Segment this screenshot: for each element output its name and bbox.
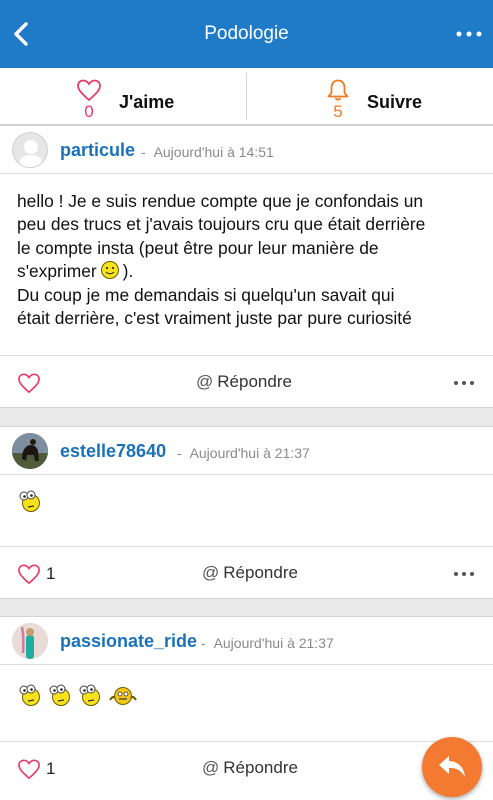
post-line: était derrière, c'est vraiment juste par… [17,308,412,329]
heart-icon [77,79,101,102]
default-avatar-icon [18,140,44,167]
avatar[interactable] [12,433,48,469]
username[interactable]: estelle78640 [60,441,166,462]
topic-action-bar: 0 J'aime 5 Suivre [0,68,493,125]
heart-icon[interactable] [17,563,41,585]
separator: - [177,445,182,461]
separator: - [201,635,206,651]
post-header: passionate_ride - Aujourd'hui à 21:37 [0,617,493,665]
separator: - [141,144,146,160]
reply-icon [439,756,465,777]
post-footer: 1 @ Répondre [0,741,493,794]
more-icon[interactable] [455,26,483,42]
post: passionate_ride - Aujourd'hui à 21:37 1 … [0,616,493,800]
timestamp: - Aujourd'hui à 14:51 [141,144,274,160]
username[interactable]: particule [60,140,135,161]
shrug-smiley-icon [109,687,137,705]
like-count: 1 [46,564,56,583]
reply-button[interactable]: @ Répondre [196,372,292,392]
follow-count: 5 [333,102,343,121]
avatar[interactable] [12,132,48,168]
thinking-smiley-icon [79,684,100,706]
like-count: 0 [84,102,94,121]
username[interactable]: passionate_ride [60,631,197,652]
timestamp-text: Aujourd'hui à 21:37 [213,635,334,651]
heart-icon[interactable] [17,758,41,780]
timestamp: - Aujourd'hui à 21:37 [201,635,334,651]
timestamp-text: Aujourd'hui à 14:51 [153,144,274,160]
post-line: s'exprimer). [17,261,134,282]
post-footer: 1 @ Répondre [0,546,493,599]
like-topic-button[interactable]: 0 J'aime [0,68,246,125]
post-footer: @ Répondre [0,355,493,408]
timestamp: - Aujourd'hui à 21:37 [177,445,310,461]
avatar-photo [12,623,48,659]
thinking-smiley-icon [19,490,40,512]
reply-button[interactable]: @ Répondre [202,563,298,583]
avatar[interactable] [12,623,48,659]
post-line: Du coup je me demandais si quelqu'un sav… [17,284,395,305]
post: estelle78640 - Aujourd'hui à 21:37 1 @ Ré… [0,426,493,599]
post-line: le compte insta (peut être pour leur man… [17,237,379,258]
thinking-smiley-icon [19,684,40,706]
avatar-photo [12,433,48,469]
post: particule - Aujourd'hui à 14:51 hello ! … [0,125,493,408]
smiley-icon [100,261,119,280]
bell-icon [327,79,349,101]
heart-icon[interactable] [17,372,41,394]
post-body: hello ! Je e suis rendue compte que je c… [17,190,482,330]
thinking-smiley-icon [49,684,70,706]
reply-button[interactable]: @ Répondre [202,758,298,778]
post-body [16,683,138,707]
like-label: J'aime [119,92,175,112]
like-count: 1 [46,759,56,778]
follow-topic-button[interactable]: 5 Suivre [247,68,493,125]
post-line: hello ! Je e suis rendue compte que je c… [17,191,424,211]
reply-fab-button[interactable] [422,737,482,797]
post-header: particule - Aujourd'hui à 14:51 [0,126,493,174]
timestamp-text: Aujourd'hui à 21:37 [189,445,310,461]
dots-icon[interactable] [453,380,475,386]
dots-icon[interactable] [453,571,475,577]
post-body [16,489,42,513]
post-header: estelle78640 - Aujourd'hui à 21:37 [0,427,493,475]
app-bar: Podologie [0,0,493,68]
follow-label: Suivre [367,92,423,112]
page-title: Podologie [204,23,289,44]
post-line: peu des trucs et j'avais toujours cru qu… [17,214,426,235]
